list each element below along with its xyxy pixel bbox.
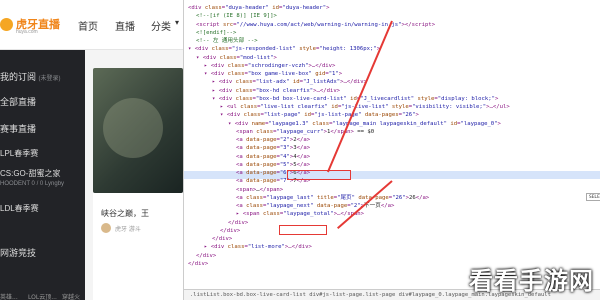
watermark: 看看手游网 — [469, 267, 594, 295]
huya-logo[interactable]: 虎牙直播 huya.com — [0, 16, 62, 36]
nav-category[interactable]: 分类 — [151, 18, 171, 34]
streamer-name: 虎牙 游斗 — [115, 226, 141, 233]
live-thumbnail[interactable] — [93, 68, 183, 193]
dom-node-line[interactable]: <a data-page="5">5</a> — [184, 161, 310, 169]
dom-node-line[interactable]: <a class="laypage_last" title="尾页" data-… — [184, 194, 429, 202]
site-sidebar: 我的订阅 (未登录) 全部直播 赛事直播 LPL春季赛 CS:GO-甜蜜之家 H… — [0, 50, 85, 300]
sidebar-item-lpl[interactable]: LPL春季赛 — [0, 148, 38, 159]
live-title: 峡谷之巅，王 — [101, 209, 149, 218]
highlight-laypage-curr — [287, 170, 351, 180]
tiger-logo-icon — [0, 18, 13, 31]
huya-website: 虎牙直播 huya.com 首页 直播 分类 ▾ 我的订阅 (未登录) 全部直播… — [0, 0, 183, 300]
login-status: (未登录) — [38, 76, 61, 82]
sidebar-item-esports[interactable]: 赛事直播 — [0, 122, 36, 135]
live-card[interactable]: 峡谷之巅，王 虎牙 游斗 — [93, 193, 183, 300]
dom-node-line[interactable]: <a data-page="4">4</a> — [184, 153, 310, 161]
dom-node-line[interactable]: ▾ <div class="mod-list"> — [184, 54, 277, 62]
thumbnail-art — [103, 98, 163, 158]
sidebar-item-subscriptions[interactable]: 我的订阅 (未登录) — [0, 70, 61, 83]
dom-node-line[interactable]: </div> — [184, 235, 232, 243]
dom-node-line[interactable]: ▸ <div class="schrodinger-vczh">…</div> — [184, 62, 335, 70]
dom-node-line[interactable]: ▾ <div name="laypage1.3" class="laypage_… — [184, 120, 501, 128]
sidebar-item-label: 我的订阅 — [0, 72, 37, 82]
sidebar-item-csgo[interactable]: CS:GO-甜蜜之家 — [0, 168, 60, 179]
dom-node-line[interactable]: </div> — [184, 227, 240, 235]
match-score: HOODENT 0 / 0 Lyngby — [0, 181, 65, 187]
avatar — [101, 223, 111, 233]
logo-domain: huya.com — [16, 29, 38, 35]
chevron-down-icon[interactable]: ▾ — [175, 18, 179, 34]
dom-node-line[interactable]: <a data-page="2">2</a> — [184, 136, 310, 144]
dom-node-line[interactable]: ▸ <div class="list-adx" id="J_listAdx">…… — [184, 78, 367, 86]
dom-node-line[interactable]: ▸ <div class="box-hd clearfix">…</div> — [184, 87, 340, 95]
highlight-laypage-next — [279, 225, 327, 235]
dom-node-line[interactable]: </div> — [184, 260, 208, 268]
dom-node-line[interactable]: <script src="//www.huya.com/act/web/warn… — [184, 21, 435, 29]
dom-node-line[interactable]: </div> — [184, 219, 248, 227]
dom-node-line[interactable]: <!--[if (IE 8)] [IE 9]]> — [184, 12, 277, 20]
nav-live[interactable]: 直播 — [115, 18, 135, 34]
dom-node-line[interactable]: ▸ <ul class="live-list clearfix" id="js-… — [184, 103, 510, 111]
live-list-area: 峡谷之巅，王 虎牙 游斗 — [85, 50, 183, 300]
dom-node-line[interactable]: ▸ <span class="laypage_total">…</span> — [184, 210, 364, 218]
dom-node-line[interactable]: ▾ <div class="js-responded-list" style="… — [184, 45, 380, 53]
dom-node-line[interactable]: ▸ <div class="list-more">…</div> — [184, 243, 312, 251]
game-shortcuts: 英雄... LOL云顶... 穿越火线 — [0, 292, 85, 300]
game-link[interactable]: LOL云顶... — [28, 292, 57, 300]
dom-node-line[interactable]: ▾ <div class="box game-live-box" gid="1"… — [184, 70, 342, 78]
sidebar-item-all-live[interactable]: 全部直播 — [0, 95, 36, 108]
nav-home[interactable]: 首页 — [78, 18, 98, 34]
dom-node-line[interactable]: <div class="duya-header" id="duya-header… — [184, 4, 330, 12]
dom-node-line[interactable]: <!-- 左 通用头部 --> — [184, 37, 258, 45]
game-link[interactable]: 英雄... — [0, 292, 18, 300]
dom-node-line[interactable]: <![endif]--> — [184, 29, 236, 37]
tooltip: SELECT + 4 ... — [586, 193, 600, 201]
game-link[interactable]: 穿越火线 — [62, 292, 85, 300]
dom-node-line[interactable]: <a data-page="3">3</a> — [184, 144, 310, 152]
sidebar-item-online-games[interactable]: 网游竞技 — [0, 246, 36, 259]
dom-node-line[interactable]: ▾ <div class="box-bd box-live-card-list"… — [184, 95, 498, 103]
dom-node-line[interactable]: <span>…</span> — [184, 186, 283, 194]
sidebar-item-ldl[interactable]: LDL春季赛 — [0, 203, 39, 214]
devtools-elements-panel: <div class="duya-header" id="duya-header… — [183, 0, 600, 300]
site-header: 虎牙直播 huya.com 首页 直播 分类 ▾ — [0, 0, 183, 50]
dom-node-line[interactable]: </div> — [184, 252, 216, 260]
dom-node-line[interactable]: ▾ <div class="list-page" id="js-list-pag… — [184, 111, 419, 119]
